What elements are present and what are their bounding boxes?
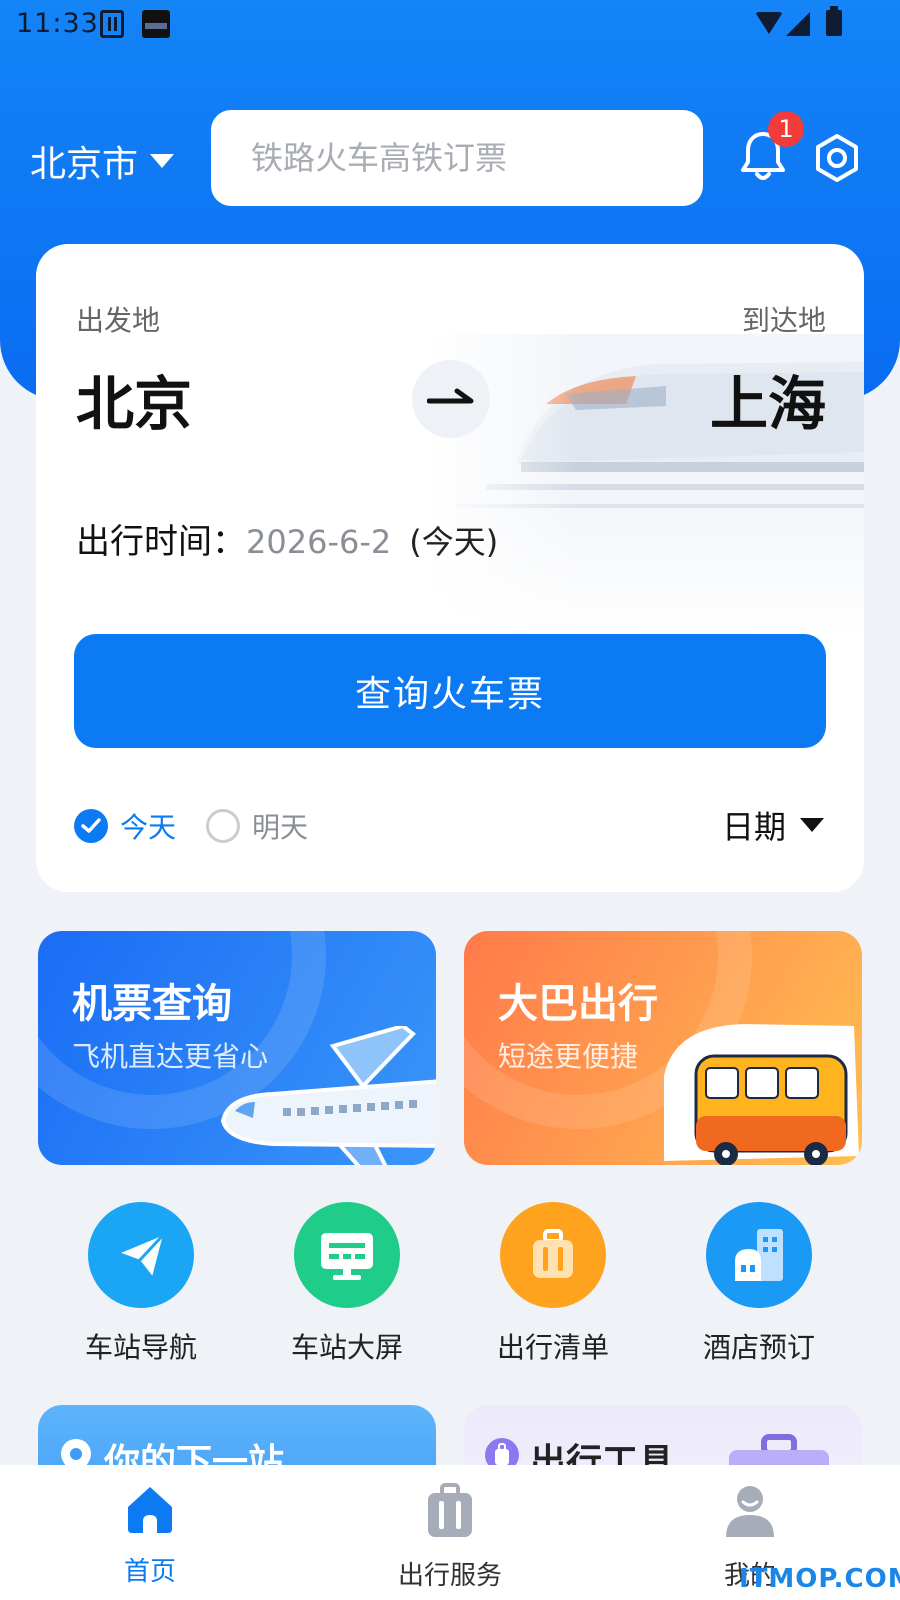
swap-arrow-icon (427, 388, 474, 404)
travel-date-today: (今天) (409, 523, 499, 561)
nav-home[interactable]: 首页 (70, 1483, 230, 1588)
city-name: 北京市 (30, 144, 139, 185)
bus-card-title: 大巴出行 (498, 981, 658, 1027)
profile-icon (726, 1486, 774, 1537)
flight-search-card[interactable]: 机票查询 飞机直达更省心 (38, 931, 436, 1165)
option-today-label: 今天 (120, 811, 177, 844)
chevron-down-icon (800, 818, 824, 832)
travel-date-label: 出行时间： (76, 522, 246, 562)
travel-date-row[interactable]: 出行时间： 2026-6-2 (今天) (76, 514, 498, 563)
notification-badge: 1 (768, 111, 804, 147)
service-label: 酒店预订 (702, 1331, 815, 1364)
hotel-building-icon (706, 1202, 812, 1308)
train-ticket-card: 出发地 到达地 北京 上海 出行时间： 2026-6-2 (今天) 查询火车票 … (36, 244, 864, 892)
swap-cities-button[interactable] (412, 360, 490, 438)
option-today[interactable]: 今天 (74, 806, 176, 846)
watermark: ITMOP.COM (739, 1564, 900, 1594)
service-label: 车站导航 (84, 1331, 197, 1364)
date-picker-label: 日期 (721, 808, 786, 846)
settings-icon[interactable] (812, 133, 862, 183)
nav-travel-services-label: 出行服务 (397, 1561, 502, 1591)
search-input[interactable] (211, 110, 703, 206)
luggage-icon (500, 1202, 606, 1308)
check-circle-icon (74, 809, 108, 843)
display-screen-icon (294, 1202, 400, 1308)
nav-home-label: 首页 (123, 1557, 176, 1587)
battery-icon (826, 6, 842, 36)
departure-label: 出发地 (76, 304, 161, 337)
app-notification-icon (142, 10, 170, 38)
bus-icon (664, 1024, 859, 1165)
paper-plane-icon (88, 1202, 194, 1308)
signal-icon (786, 12, 810, 36)
service-station-screen[interactable]: 车站大屏 (267, 1202, 427, 1366)
arrival-city[interactable]: 上海 (710, 357, 826, 441)
date-picker-dropdown[interactable]: 日期 (722, 802, 824, 848)
option-tomorrow[interactable]: 明天 (206, 806, 308, 846)
travel-date-value: 2026-6-2 (246, 523, 392, 561)
city-selector[interactable]: 北京市 (30, 135, 175, 187)
status-bar: 11:33 (0, 0, 900, 50)
suitcase-icon (428, 1483, 472, 1537)
service-hotel-booking[interactable]: 酒店预订 (679, 1202, 839, 1366)
sim-card-icon (100, 10, 124, 38)
departure-city[interactable]: 北京 (76, 357, 192, 441)
bus-card-subtitle: 短途更便捷 (498, 1040, 639, 1073)
service-travel-checklist[interactable]: 出行清单 (473, 1202, 633, 1366)
airplane-icon (220, 1026, 436, 1165)
chevron-down-icon (150, 154, 175, 168)
bus-travel-card[interactable]: 大巴出行 短途更便捷 (464, 931, 862, 1165)
service-label: 出行清单 (496, 1331, 609, 1364)
query-tickets-button[interactable]: 查询火车票 (74, 634, 826, 748)
service-station-navigation[interactable]: 车站导航 (61, 1202, 221, 1366)
home-icon (128, 1487, 172, 1533)
option-tomorrow-label: 明天 (252, 811, 309, 844)
nav-travel-services[interactable]: 出行服务 (370, 1483, 530, 1592)
wifi-icon (755, 12, 783, 34)
flight-card-title: 机票查询 (72, 981, 232, 1027)
radio-circle-icon (206, 809, 240, 843)
status-time: 11:33 (16, 8, 99, 39)
arrival-label: 到达地 (741, 304, 826, 337)
service-label: 车站大屏 (290, 1331, 403, 1364)
